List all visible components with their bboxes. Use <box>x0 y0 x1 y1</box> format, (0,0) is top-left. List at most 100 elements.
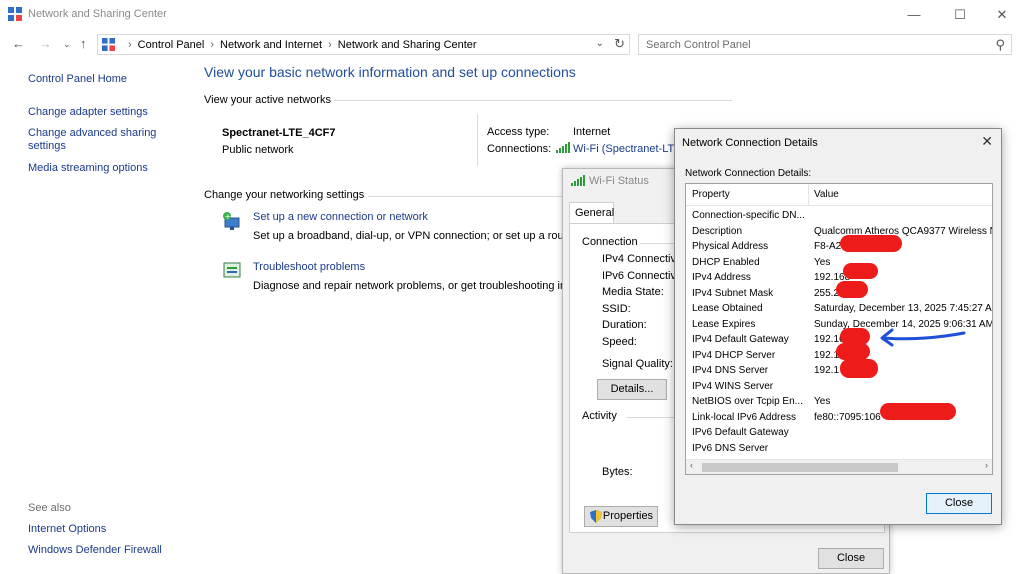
scrollbar-thumb[interactable] <box>702 463 898 472</box>
redaction-mark <box>840 359 878 378</box>
horizontal-scrollbar[interactable]: ‹ › <box>686 459 992 474</box>
scroll-right-icon[interactable]: › <box>985 460 988 470</box>
sidebar-control-panel-home[interactable]: Control Panel Home <box>28 73 127 85</box>
details-list-header: Property Value <box>686 184 992 206</box>
details-row-property: IPv6 DNS Server <box>692 442 769 454</box>
shield-icon <box>590 510 602 523</box>
details-row-property: Lease Expires <box>692 318 756 330</box>
ssid-label: SSID: <box>602 303 631 315</box>
change-settings-label: Change your networking settings <box>204 189 365 201</box>
details-row-property: IPv4 Address <box>692 272 751 283</box>
close-button[interactable]: ✕ <box>982 4 1022 26</box>
address-row: ← → ⌄ ↑ › Control Panel › Network and Inter… <box>0 31 1024 57</box>
column-divider[interactable] <box>808 184 809 206</box>
details-row-value: 192.1 <box>814 365 840 376</box>
properties-button[interactable]: Properties <box>584 506 658 527</box>
setup-new-connection-link[interactable]: Set up a new connection or network <box>253 211 428 223</box>
chevron-right-icon[interactable]: › <box>328 39 332 51</box>
breadcrumb-network-and-sharing-center[interactable]: Network and Sharing Center <box>338 39 477 51</box>
details-row[interactable]: Description Qualcomm Atheros QCA9377 Wire… <box>686 225 992 241</box>
wifi-connection-link[interactable]: Wi-Fi (Spectranet-LTE <box>573 143 682 155</box>
access-type-value: Internet <box>573 126 611 138</box>
details-row-property: DHCP Enabled <box>692 256 760 268</box>
details-row[interactable]: IPv4 WINS Server <box>686 380 992 396</box>
up-arrow-icon[interactable]: ↑ <box>80 36 87 51</box>
details-row-value: Yes <box>814 396 831 407</box>
details-row-property: IPv4 Default Gateway <box>692 334 789 345</box>
sidebar-item-change-advanced-sharing[interactable]: Change advanced sharing settings <box>28 127 168 153</box>
details-row[interactable]: Connection-specific DN... <box>686 209 992 225</box>
details-row[interactable]: IPv6 Default Gateway <box>686 426 992 442</box>
troubleshoot-icon <box>223 262 241 278</box>
search-icon[interactable]: ⚲ <box>995 37 1005 53</box>
network-name: Spectranet-LTE_4CF7 <box>222 127 336 139</box>
refresh-icon[interactable]: ↻ <box>614 36 625 52</box>
breadcrumb-network-and-internet[interactable]: Network and Internet <box>220 39 322 51</box>
details-row-property: IPv4 Subnet Mask <box>692 287 774 299</box>
recent-chevron-down-icon[interactable]: ⌄ <box>63 39 71 50</box>
access-type-label: Access type: <box>487 126 550 138</box>
details-row[interactable]: IPv4 DNS Server 192.1 <box>686 364 992 380</box>
troubleshoot-problems-link[interactable]: Troubleshoot problems <box>253 261 365 273</box>
details-row-property: IPv4 WINS Server <box>692 380 774 392</box>
control-panel-icon <box>8 7 22 21</box>
details-row-value: Yes <box>814 256 831 268</box>
details-row-value: fe80::7095:106 <box>814 411 881 423</box>
svg-text:+: + <box>225 212 232 221</box>
title-bar: Network and Sharing Center — ☐ ✕ <box>0 0 1024 30</box>
chevron-right-icon[interactable]: › <box>210 39 214 51</box>
maximize-button[interactable]: ☐ <box>940 4 980 26</box>
details-row-property: Description <box>692 225 743 237</box>
details-subtitle: Network Connection Details: <box>685 168 812 179</box>
address-bar[interactable]: › Control Panel › Network and Internet › Netw… <box>97 34 630 55</box>
details-close-button[interactable]: Close <box>926 493 992 514</box>
details-row-property: Lease Obtained <box>692 303 763 314</box>
details-button[interactable]: Details... <box>597 379 667 400</box>
redaction-mark <box>840 235 902 252</box>
tab-general[interactable]: General <box>569 202 614 224</box>
sidebar-item-defender-firewall[interactable]: Windows Defender Firewall <box>28 544 162 556</box>
see-also-label: See also <box>28 502 71 514</box>
window-title: Network and Sharing Center <box>28 8 167 20</box>
address-chevron-down-icon[interactable]: ⌄ <box>596 38 604 49</box>
network-type: Public network <box>222 144 294 156</box>
details-row-property: Physical Address <box>692 241 769 252</box>
details-row[interactable]: DHCP Enabled Yes <box>686 256 992 272</box>
scroll-left-icon[interactable]: ‹ <box>690 460 693 470</box>
details-row[interactable]: Physical Address F8-A2-D <box>686 240 992 256</box>
details-dialog-title: Network Connection Details <box>682 137 818 149</box>
annotation-arrow-icon <box>880 328 966 347</box>
sidebar-item-media-streaming[interactable]: Media streaming options <box>28 162 148 174</box>
wifi-close-button[interactable]: Close <box>818 548 884 569</box>
troubleshoot-problems-desc: Diagnose and repair network problems, or… <box>253 280 567 292</box>
divider <box>477 114 478 166</box>
chevron-right-icon: › <box>128 39 132 51</box>
properties-button-label: Properties <box>602 510 654 522</box>
breadcrumb-control-panel[interactable]: Control Panel <box>138 39 205 51</box>
details-row-property: IPv4 DNS Server <box>692 365 769 376</box>
back-arrow-icon[interactable]: ← <box>12 36 25 51</box>
wifi-signal-icon <box>556 142 570 156</box>
forward-arrow-icon[interactable]: → <box>39 36 52 51</box>
details-row-value: Saturday, December 13, 2025 7:45:27 AM <box>814 303 993 314</box>
search-input[interactable]: Search Control Panel ⚲ <box>638 34 1012 55</box>
details-row-property: Connection-specific DN... <box>692 210 805 221</box>
active-networks-label: View your active networks <box>204 94 331 106</box>
breadcrumb: › Control Panel › Network and Internet › Netw… <box>122 39 477 51</box>
details-row-property: IPv4 DHCP Server <box>692 349 776 361</box>
minimize-button[interactable]: — <box>894 4 934 26</box>
column-header-property[interactable]: Property <box>692 189 730 200</box>
new-connection-icon: + <box>223 212 240 230</box>
connection-group-label: Connection <box>582 236 638 248</box>
media-state-label: Media State: <box>602 286 664 298</box>
details-row[interactable]: Lease Obtained Saturday, December 13, 202… <box>686 302 992 318</box>
details-row-property: Link-local IPv6 Address <box>692 411 796 423</box>
sidebar-item-change-adapter-settings[interactable]: Change adapter settings <box>28 106 148 118</box>
setup-new-connection-desc: Set up a broadband, dial-up, or VPN conn… <box>253 230 567 242</box>
redaction-mark <box>836 343 870 360</box>
column-header-value[interactable]: Value <box>814 189 839 200</box>
bytes-label: Bytes: <box>602 466 633 478</box>
sidebar-item-internet-options[interactable]: Internet Options <box>28 523 106 535</box>
close-icon[interactable]: ✕ <box>981 133 993 150</box>
details-row[interactable]: IPv6 DNS Server <box>686 442 992 458</box>
